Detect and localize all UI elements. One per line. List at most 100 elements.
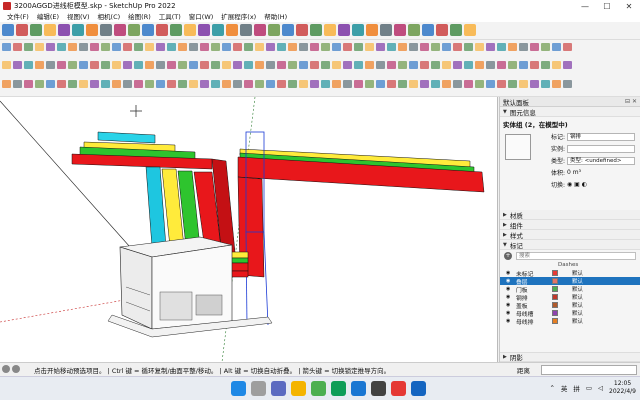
plugin-tool-icon[interactable] <box>299 61 308 69</box>
toolbar-tool-icon[interactable] <box>212 24 224 36</box>
file-explorer-icon[interactable] <box>291 381 306 396</box>
plugin-tool-icon[interactable] <box>244 61 253 69</box>
plugin-tool-icon[interactable] <box>288 80 297 88</box>
plugin-tool-icon[interactable] <box>497 80 506 88</box>
plugin-tool-icon[interactable] <box>365 61 374 69</box>
plugin-tool-icon[interactable] <box>541 61 550 69</box>
plugin-tool-icon[interactable] <box>464 61 473 69</box>
plugin-tool-icon[interactable] <box>244 43 253 51</box>
toolbar-tool-icon[interactable] <box>394 24 406 36</box>
toolbar-tool-icon[interactable] <box>380 24 392 36</box>
tags-header[interactable]: ▼ 标记 <box>500 240 640 250</box>
plugin-tool-icon[interactable] <box>398 80 407 88</box>
maximize-button[interactable]: ☐ <box>596 0 618 12</box>
plugin-tool-icon[interactable] <box>365 80 374 88</box>
plugin-tool-icon[interactable] <box>442 61 451 69</box>
plugin-tool-icon[interactable] <box>387 61 396 69</box>
tag-color-swatch[interactable] <box>552 270 558 276</box>
plugin-tool-icon[interactable] <box>310 43 319 51</box>
plugin-tool-icon[interactable] <box>222 80 231 88</box>
toolbar-tool-icon[interactable] <box>72 24 84 36</box>
browser-icon[interactable] <box>331 381 346 396</box>
shadows-header[interactable]: ▶ 阴影 <box>500 352 640 362</box>
plugin-tool-icon[interactable] <box>552 61 561 69</box>
menu-camera[interactable]: 相机(C) <box>94 12 125 22</box>
minimize-button[interactable]: — <box>574 0 596 12</box>
menu-draw[interactable]: 绘图(R) <box>124 12 155 22</box>
ime-mode[interactable]: 拼 <box>573 383 580 393</box>
tag-color-swatch[interactable] <box>552 286 558 292</box>
plugin-tool-icon[interactable] <box>211 43 220 51</box>
plugin-tool-icon[interactable] <box>431 61 440 69</box>
plugin-tool-icon[interactable] <box>68 61 77 69</box>
plugin-tool-icon[interactable] <box>420 61 429 69</box>
tag-select[interactable]: 钢排 <box>567 132 635 141</box>
plugin-tool-icon[interactable] <box>299 43 308 51</box>
plugin-tool-icon[interactable] <box>167 43 176 51</box>
right-busbar-stack[interactable] <box>237 131 485 326</box>
plugin-tool-icon[interactable] <box>134 61 143 69</box>
plugin-tool-icon[interactable] <box>519 80 528 88</box>
plugin-tool-icon[interactable] <box>145 61 154 69</box>
plugin-tool-icon[interactable] <box>134 43 143 51</box>
plugin-tool-icon[interactable] <box>354 43 363 51</box>
plugin-tool-icon[interactable] <box>200 80 209 88</box>
plugin-tool-icon[interactable] <box>2 61 11 69</box>
plugin-tool-icon[interactable] <box>398 43 407 51</box>
toolbar-tool-icon[interactable] <box>58 24 70 36</box>
plugin-tool-icon[interactable] <box>354 61 363 69</box>
plugin-tool-icon[interactable] <box>101 43 110 51</box>
plugin-tool-icon[interactable] <box>409 43 418 51</box>
plugin-tool-icon[interactable] <box>552 43 561 51</box>
add-tag-button[interactable]: + <box>504 251 512 260</box>
plugin-tool-icon[interactable] <box>508 43 517 51</box>
plugin-tool-icon[interactable] <box>46 61 55 69</box>
plugin-tool-icon[interactable] <box>156 43 165 51</box>
plugin-tool-icon[interactable] <box>222 43 231 51</box>
toolbar-tool-icon[interactable] <box>352 24 364 36</box>
plugin-tool-icon[interactable] <box>90 80 99 88</box>
toolbar-tool-icon[interactable] <box>198 24 210 36</box>
app-icon-blue[interactable] <box>411 381 426 396</box>
eye-icon[interactable]: ◉ <box>506 318 516 324</box>
toolbar-tool-icon[interactable] <box>310 24 322 36</box>
plugin-tool-icon[interactable] <box>35 43 44 51</box>
start-icon[interactable] <box>231 381 246 396</box>
app-icon[interactable] <box>371 381 386 396</box>
menu-tools[interactable]: 工具(T) <box>155 12 185 22</box>
tag-row[interactable]: ◉ 母线排 默认 <box>500 317 640 326</box>
eye-icon[interactable]: ◉ <box>506 294 516 300</box>
toolbar-tool-icon[interactable] <box>422 24 434 36</box>
plugin-tool-icon[interactable] <box>453 61 462 69</box>
toolbar-tool-icon[interactable] <box>268 24 280 36</box>
plugin-tool-icon[interactable] <box>13 61 22 69</box>
plugin-tool-icon[interactable] <box>321 80 330 88</box>
plugin-tool-icon[interactable] <box>178 43 187 51</box>
plugin-tool-icon[interactable] <box>343 61 352 69</box>
toolbar-tool-icon[interactable] <box>226 24 238 36</box>
plugin-tool-icon[interactable] <box>112 61 121 69</box>
plugin-tool-icon[interactable] <box>112 80 121 88</box>
tag-color-swatch[interactable] <box>552 310 558 316</box>
plugin-tool-icon[interactable] <box>376 61 385 69</box>
plugin-tool-icon[interactable] <box>244 80 253 88</box>
plugin-tool-icon[interactable] <box>288 43 297 51</box>
plugin-tool-icon[interactable] <box>200 61 209 69</box>
plugin-tool-icon[interactable] <box>409 80 418 88</box>
plugin-tool-icon[interactable] <box>475 80 484 88</box>
plugin-tool-icon[interactable] <box>321 43 330 51</box>
plugin-tool-icon[interactable] <box>530 61 539 69</box>
task-view-icon[interactable] <box>271 381 286 396</box>
tag-color-swatch[interactable] <box>552 318 558 324</box>
plugin-tool-icon[interactable] <box>178 80 187 88</box>
menu-view[interactable]: 视图(V) <box>63 12 94 22</box>
plugin-tool-icon[interactable] <box>2 80 11 88</box>
plugin-tool-icon[interactable] <box>387 80 396 88</box>
plugin-tool-icon[interactable] <box>552 80 561 88</box>
toolbar-tool-icon[interactable] <box>324 24 336 36</box>
toolbar-tool-icon[interactable] <box>184 24 196 36</box>
plugin-tool-icon[interactable] <box>24 43 33 51</box>
plugin-tool-icon[interactable] <box>90 61 99 69</box>
plugin-tool-icon[interactable] <box>376 80 385 88</box>
tray-controls[interactable]: ⊟ ✕ <box>625 98 637 105</box>
